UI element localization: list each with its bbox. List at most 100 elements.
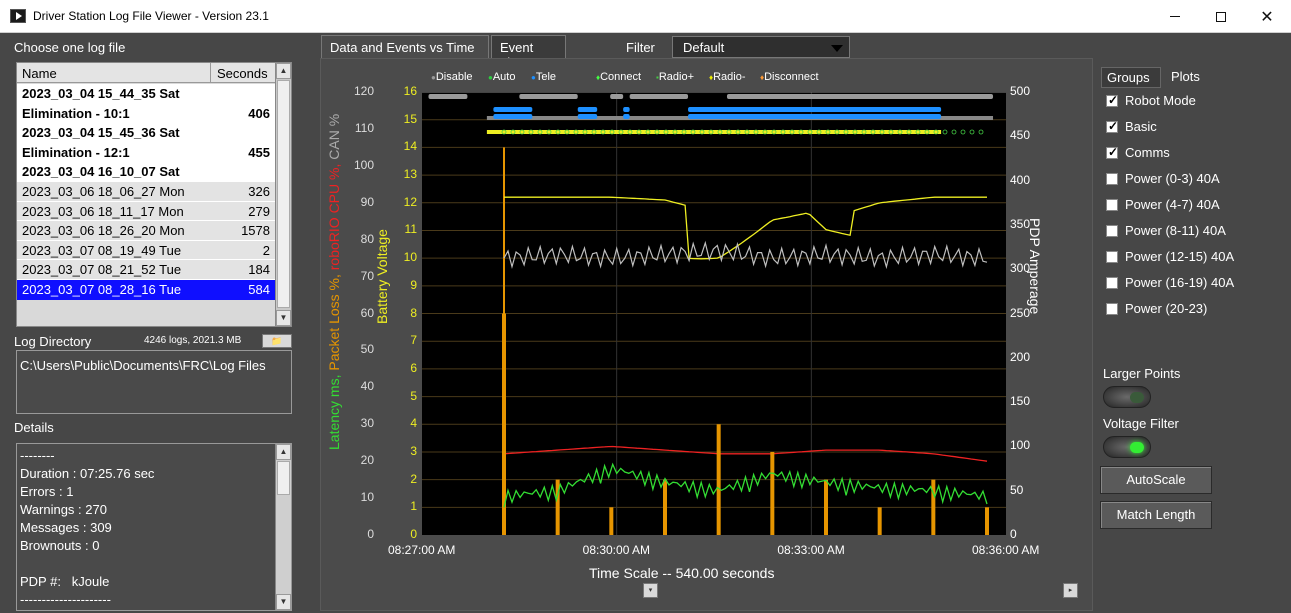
battery-axis-tick: 8	[410, 305, 417, 320]
battery-axis-tick: 3	[410, 443, 417, 458]
battery-axis-tick: 0	[410, 527, 417, 541]
file-list-row[interactable]: Elimination - 12:1 455	[17, 142, 275, 163]
minimize-button[interactable]	[1152, 0, 1198, 33]
battery-axis-tick: 12	[403, 194, 417, 209]
tab-event-list[interactable]: Event List	[491, 35, 566, 70]
disable-bar	[629, 94, 689, 99]
file-seconds: 406	[248, 105, 270, 121]
details-line: Brownouts : 0	[20, 538, 100, 553]
battery-axis-tick: 9	[410, 277, 417, 292]
led-icon	[1130, 442, 1144, 453]
maximize-button[interactable]	[1198, 0, 1244, 33]
x-axis-tick: 08:33:00 AM	[777, 543, 845, 557]
scroll-thumb[interactable]	[277, 80, 290, 308]
scroll-thumb[interactable]	[277, 461, 290, 495]
can-axis-tick: 60	[360, 305, 374, 320]
file-seconds: 184	[248, 262, 270, 278]
pdp-axis-tick: 300	[1010, 261, 1031, 276]
details-line: Warnings : 270	[20, 502, 107, 517]
group-checkbox[interactable]	[1106, 93, 1118, 107]
group-checkbox[interactable]	[1106, 251, 1118, 263]
legend-item: ▪Radio+	[656, 71, 694, 83]
battery-axis-tick: 2	[410, 471, 417, 486]
can-axis-tick: 20	[360, 453, 374, 468]
app-icon	[10, 9, 26, 23]
packet-loss-bar	[609, 507, 614, 535]
details-scrollbar[interactable]: ▲ ▼	[275, 444, 291, 610]
group-checkbox-label: Power (16-19) 40A	[1125, 275, 1235, 290]
scroll-up-icon[interactable]: ▲	[276, 63, 291, 79]
filter-select[interactable]: Default	[672, 36, 850, 58]
group-checkbox[interactable]	[1106, 277, 1118, 289]
radio-minus-band	[486, 130, 942, 134]
cpu-axis-label: roboRIO CPU %,	[326, 163, 342, 271]
log-directory-field[interactable]: C:\Users\Public\Documents\FRC\Log Files	[16, 350, 292, 414]
match-length-button[interactable]: Match Length	[1100, 501, 1212, 529]
can-axis-tick: 40	[360, 379, 374, 394]
folder-icon: 📁	[271, 336, 283, 346]
larger-points-toggle[interactable]	[1103, 386, 1151, 408]
tab-data-events[interactable]: Data and Events vs Time	[321, 35, 489, 59]
scroll-down-icon[interactable]: ▼	[276, 594, 291, 610]
file-list-row[interactable]: 2023_03_04 16_10_07 Sat	[17, 162, 275, 182]
autoscale-button[interactable]: AutoScale	[1100, 466, 1212, 494]
group-checkbox[interactable]	[1106, 199, 1118, 211]
browse-folder-button[interactable]: 📁	[262, 334, 292, 348]
can-axis-tick: 10	[360, 490, 374, 505]
pdp-axis-tick: 50	[1010, 482, 1024, 497]
file-list-row[interactable]: 2023_03_06 18_26_20 Mon 1578	[17, 221, 275, 241]
log-file-list[interactable]: Name Seconds 2023_03_04 15_44_35 Sat Elim…	[16, 62, 292, 327]
tele-bar	[688, 107, 942, 112]
details-box[interactable]: -------- Duration : 07:25.76 sec Errors : …	[16, 443, 292, 611]
group-checkbox[interactable]	[1106, 303, 1118, 315]
series-line	[503, 445, 988, 462]
column-header-name[interactable]: Name	[22, 66, 57, 81]
group-checkbox[interactable]	[1106, 145, 1118, 159]
legend-item: ♦Connect	[596, 71, 641, 83]
file-list-row[interactable]: 2023_03_07 08_19_49 Tue 2	[17, 240, 275, 261]
file-name: 2023_03_06 18_11_17 Mon	[22, 203, 184, 219]
close-icon: ✕	[1260, 8, 1274, 26]
file-list-row[interactable]: Elimination - 10:1 406	[17, 103, 275, 124]
legend-item: ●Tele	[531, 71, 556, 83]
disable-bar	[519, 94, 578, 99]
tele-bar	[623, 107, 630, 112]
file-list-row[interactable]: 2023_03_07 08_21_52 Tue 184	[17, 260, 275, 280]
tab-plots[interactable]: Plots	[1166, 67, 1216, 88]
scroll-left-button[interactable]: ▾	[643, 583, 658, 598]
group-checkbox-label: Power (12-15) 40A	[1125, 249, 1235, 264]
voltage-filter-toggle[interactable]	[1103, 436, 1151, 458]
file-list-row[interactable]: 2023_03_06 18_11_17 Mon 279	[17, 201, 275, 222]
main-plot[interactable]	[422, 92, 1006, 535]
column-header-seconds[interactable]: Seconds	[210, 63, 275, 83]
battery-axis-tick: 5	[410, 388, 417, 403]
can-axis-tick: 120	[353, 84, 374, 98]
title-bar: Driver Station Log File Viewer - Version…	[0, 0, 1291, 33]
voltage-filter-label: Voltage Filter	[1103, 416, 1179, 431]
file-name: 2023_03_04 16_10_07 Sat	[22, 164, 180, 180]
file-name: 2023_03_07 08_28_16 Tue	[22, 282, 182, 297]
file-list-row[interactable]: 2023_03_06 18_06_27 Mon 326	[17, 182, 275, 202]
file-list-row[interactable]: 2023_03_04 15_44_35 Sat	[17, 84, 275, 104]
scroll-right-button[interactable]: ▸	[1063, 583, 1078, 598]
legend-item: ♦Radio-	[709, 71, 746, 83]
file-name: 2023_03_04 15_45_36 Sat	[22, 125, 180, 141]
details-line: Duration : 07:25.76 sec	[20, 466, 155, 481]
group-checkbox[interactable]	[1106, 173, 1118, 185]
close-button[interactable]: ✕	[1244, 0, 1290, 33]
legend-item: ●Disable	[431, 71, 473, 83]
file-list-scrollbar[interactable]: ▲ ▼	[275, 63, 291, 326]
scroll-up-icon[interactable]: ▲	[276, 444, 291, 460]
group-checkbox[interactable]	[1106, 225, 1118, 237]
group-checkbox[interactable]	[1106, 119, 1118, 133]
tele-bar	[493, 107, 533, 112]
scroll-down-icon[interactable]: ▼	[276, 310, 291, 326]
radio-plus-marker	[951, 129, 957, 135]
pdp-axis-tick: 500	[1010, 84, 1031, 98]
tab-groups[interactable]: Groups	[1101, 67, 1161, 88]
file-list-row[interactable]: 2023_03_07 08_28_16 Tue 584	[17, 280, 275, 300]
radio-plus-marker	[960, 129, 966, 135]
pdp-axis-tick: 350	[1010, 216, 1031, 231]
packet-loss-bar	[770, 451, 775, 535]
file-list-row[interactable]: 2023_03_04 15_45_36 Sat	[17, 123, 275, 143]
